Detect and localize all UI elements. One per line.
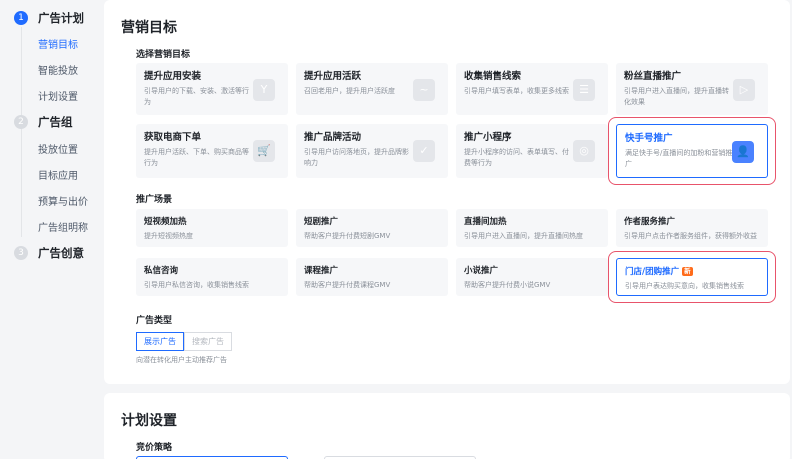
scene-card-short-video[interactable]: 短视频加热 提升短视频热度 <box>136 209 288 247</box>
scene-card-short-drama[interactable]: 短剧推广 帮助客户提升付费短剧GMV <box>296 209 448 247</box>
goal-card-ecommerce[interactable]: 获取电商下单 提升用户活跃、下单、购买商品等行为 🛒 <box>136 124 288 178</box>
goal-card-brand[interactable]: 推广品牌活动 引导用户访问落地页，提升品牌影响力 ✓ <box>296 124 448 178</box>
step-label: 广告计划 <box>38 11 84 25</box>
step-number: 2 <box>14 115 28 129</box>
goal-card-app-install[interactable]: 提升应用安装 引导用户的下载、安装、激活等行为 Y <box>136 63 288 115</box>
monitor-icon: ~ <box>413 79 435 101</box>
marketing-panel: 营销目标 选择营销目标 提升应用安装 引导用户的下载、安装、激活等行为 Y 提升… <box>104 0 790 384</box>
step-ad-plan[interactable]: 1 广告计划 <box>14 10 84 26</box>
scene-desc: 帮助客户提升付费小说GMV <box>464 281 551 289</box>
scene-title: 作者服务推广 <box>624 217 676 227</box>
goal-card-miniprogram[interactable]: 推广小程序 提升小程序的访问、表单填写、付费等行为 ◎ <box>456 124 608 178</box>
highlight-outline <box>608 117 776 185</box>
download-icon: Y <box>253 79 275 101</box>
scene-card-live-room[interactable]: 直播间加热 引导用户进入直播间，提升直播间热度 <box>456 209 608 247</box>
section-label: 广告类型 <box>136 316 173 326</box>
section-label: 选择营销目标 <box>136 50 191 60</box>
step-label: 广告组 <box>38 115 73 129</box>
scene-card-author-service[interactable]: 作者服务推广 引导用户点击作者服务组件，获得额外收益 <box>616 209 768 247</box>
highlight-outline <box>608 251 776 303</box>
adtype-search-button[interactable]: 搜索广告 <box>184 332 232 351</box>
bid-strategy-label: 竞价策略 <box>136 443 173 453</box>
step-ad-creative[interactable]: 3 广告创意 <box>14 245 84 261</box>
scene-card-course[interactable]: 课程推广 帮助客户提升付费课程GMV <box>296 258 448 296</box>
sidebar-item-placement[interactable]: 投放位置 <box>38 141 78 156</box>
scene-desc: 引导用户点击作者服务组件，获得额外收益 <box>624 232 757 240</box>
section-label: 推广场景 <box>136 195 173 205</box>
goal-desc: 提升小程序的访问、表单填写、付费等行为 <box>464 148 569 167</box>
scene-title: 短剧推广 <box>304 217 339 227</box>
scene-title: 短视频加热 <box>144 217 187 227</box>
goal-card-leads[interactable]: 收集销售线索 引导用户填写表单，收集更多线索 ☰ <box>456 63 608 115</box>
goal-desc: 引导用户填写表单，收集更多线索 <box>464 87 569 95</box>
scene-desc: 引导用户进入直播间，提升直播间热度 <box>464 232 583 240</box>
section-title: 计划设置 <box>121 413 177 429</box>
scene-desc: 提升短视频热度 <box>144 232 193 240</box>
goal-desc: 召回老用户，提升用户活跃度 <box>304 87 395 95</box>
step-number: 1 <box>14 11 28 25</box>
goal-card-app-active[interactable]: 提升应用活跃 召回老用户，提升用户活跃度 ~ <box>296 63 448 115</box>
scene-desc: 引导用户私信咨询，收集销售线索 <box>144 281 249 289</box>
sidebar-item-budget-bid[interactable]: 预算与出价 <box>38 193 88 208</box>
goal-desc: 提升用户活跃、下单、购买商品等行为 <box>144 148 249 167</box>
goal-desc: 引导用户的下载、安装、激活等行为 <box>144 87 249 106</box>
step-ad-group[interactable]: 2 广告组 <box>14 114 73 130</box>
plan-settings-panel: 计划设置 竞价策略 <box>104 393 790 459</box>
scene-title: 私信咨询 <box>144 266 179 276</box>
play-icon: ▷ <box>733 79 755 101</box>
sidebar-item-group-name[interactable]: 广告组明称 <box>38 219 88 234</box>
scene-desc: 帮助客户提升付费课程GMV <box>304 281 391 289</box>
page-title: 营销目标 <box>121 20 177 36</box>
adtype-hint: 向潜在转化用户主动推荐广告 <box>136 356 227 364</box>
sidebar-item-target-app[interactable]: 目标应用 <box>38 167 78 182</box>
badge-check-icon: ✓ <box>413 140 435 162</box>
cart-icon: 🛒 <box>253 140 275 162</box>
scene-title: 小说推广 <box>464 266 499 276</box>
goal-desc: 引导用户进入直播间，提升直播转化效果 <box>624 87 729 106</box>
miniprogram-icon: ◎ <box>573 140 595 162</box>
adtype-display-button[interactable]: 展示广告 <box>136 332 184 351</box>
form-icon: ☰ <box>573 79 595 101</box>
scene-card-private-msg[interactable]: 私信咨询 引导用户私信咨询，收集销售线索 <box>136 258 288 296</box>
step-connector <box>20 27 22 115</box>
sidebar-item-smart-delivery[interactable]: 智能投放 <box>38 62 78 77</box>
scene-title: 课程推广 <box>304 266 339 276</box>
sidebar-item-marketing-goal[interactable]: 营销目标 <box>38 36 78 51</box>
sidebar-item-plan-settings[interactable]: 计划设置 <box>38 88 78 103</box>
scene-desc: 帮助客户提升付费短剧GMV <box>304 232 391 240</box>
step-label: 广告创意 <box>38 246 84 260</box>
sidebar: 1 广告计划 营销目标 智能投放 计划设置 2 广告组 投放位置 目标应用 预算… <box>0 0 100 459</box>
goal-desc: 引导用户访问落地页，提升品牌影响力 <box>304 148 409 167</box>
step-connector <box>20 127 22 237</box>
goal-card-live[interactable]: 粉丝直播推广 引导用户进入直播间，提升直播转化效果 ▷ <box>616 63 768 115</box>
step-number: 3 <box>14 246 28 260</box>
scene-card-novel[interactable]: 小说推广 帮助客户提升付费小说GMV <box>456 258 608 296</box>
adtype-segmented: 展示广告 搜索广告 <box>136 332 232 351</box>
scene-title: 直播间加热 <box>464 217 507 227</box>
